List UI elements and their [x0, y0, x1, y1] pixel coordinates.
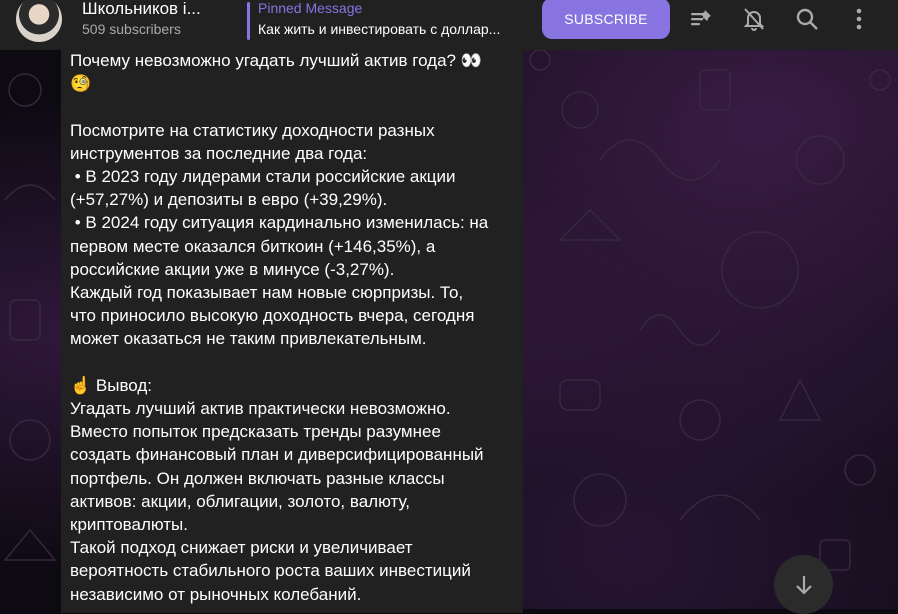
- message-line: портфель. Он должен включать разные клас…: [70, 468, 445, 488]
- message-line: [70, 351, 520, 374]
- message-line: [70, 95, 520, 118]
- message-text: Почему невозможно угадать лучший актив г…: [70, 49, 520, 606]
- message-line: российские акции уже в минусе (-3,27%).: [70, 259, 395, 279]
- pin-list-icon[interactable]: [688, 6, 714, 32]
- message-line: создать финансовый план и диверсифициров…: [70, 445, 484, 465]
- channel-avatar[interactable]: [16, 0, 62, 42]
- message-line: может оказаться не таким привлекательным…: [70, 329, 427, 349]
- message-line: Вместо попыток предсказать тренды разумн…: [70, 422, 441, 442]
- channel-title[interactable]: Школьников і...: [82, 0, 222, 19]
- pinned-message-text[interactable]: Как жить и инвестировать с доллар...: [258, 21, 522, 37]
- pinned-message-label[interactable]: Pinned Message: [258, 0, 362, 16]
- message-line: Каждый год показывает нам новые сюрпризы…: [70, 283, 464, 303]
- message-line: (+57,27%) и депозиты в евро (+39,29%).: [70, 190, 388, 210]
- message-line: ☝️ Вывод:: [70, 375, 153, 395]
- message-line: что приносило высокую доходность вчера, …: [70, 306, 475, 326]
- message-line: Такой подход снижает риски и увеличивает: [70, 538, 413, 558]
- message-line: инструментов за последние два года:: [70, 143, 368, 163]
- subscribe-button[interactable]: SUBSCRIBE: [542, 0, 670, 39]
- scroll-to-bottom-button[interactable]: [774, 555, 833, 614]
- message-bubble: Почему невозможно угадать лучший актив г…: [61, 48, 523, 613]
- message-line: • В 2024 году ситуация кардинально измен…: [70, 213, 489, 233]
- arrow-down-icon: [795, 575, 812, 595]
- chat-header: Школьников і... 509 subscribers Pinned M…: [0, 0, 898, 50]
- message-line: криптовалюты.: [70, 515, 188, 535]
- message-line: Посмотрите на статистику доходности разн…: [70, 120, 435, 140]
- message-line: Угадать лучший актив практически невозмо…: [70, 399, 451, 419]
- more-vertical-icon[interactable]: [846, 6, 872, 32]
- mute-bell-icon[interactable]: [741, 6, 767, 32]
- message-line: вероятность стабильного роста ваших инве…: [70, 561, 471, 581]
- message-line: Почему невозможно угадать лучший актив г…: [70, 51, 482, 70]
- message-line: 🧐: [70, 74, 92, 94]
- message-line: первом месте оказался биткоин (+146,35%)…: [70, 236, 436, 256]
- subscriber-count: 509 subscribers: [82, 21, 181, 37]
- message-line: • В 2023 году лидерами стали российские …: [70, 167, 456, 186]
- pinned-indicator-bar: [247, 2, 250, 40]
- message-line: независимо от рыночных колебаний.: [70, 584, 362, 604]
- message-line: активов: акции, облигации, золото, валют…: [70, 491, 410, 511]
- search-icon[interactable]: [794, 6, 820, 32]
